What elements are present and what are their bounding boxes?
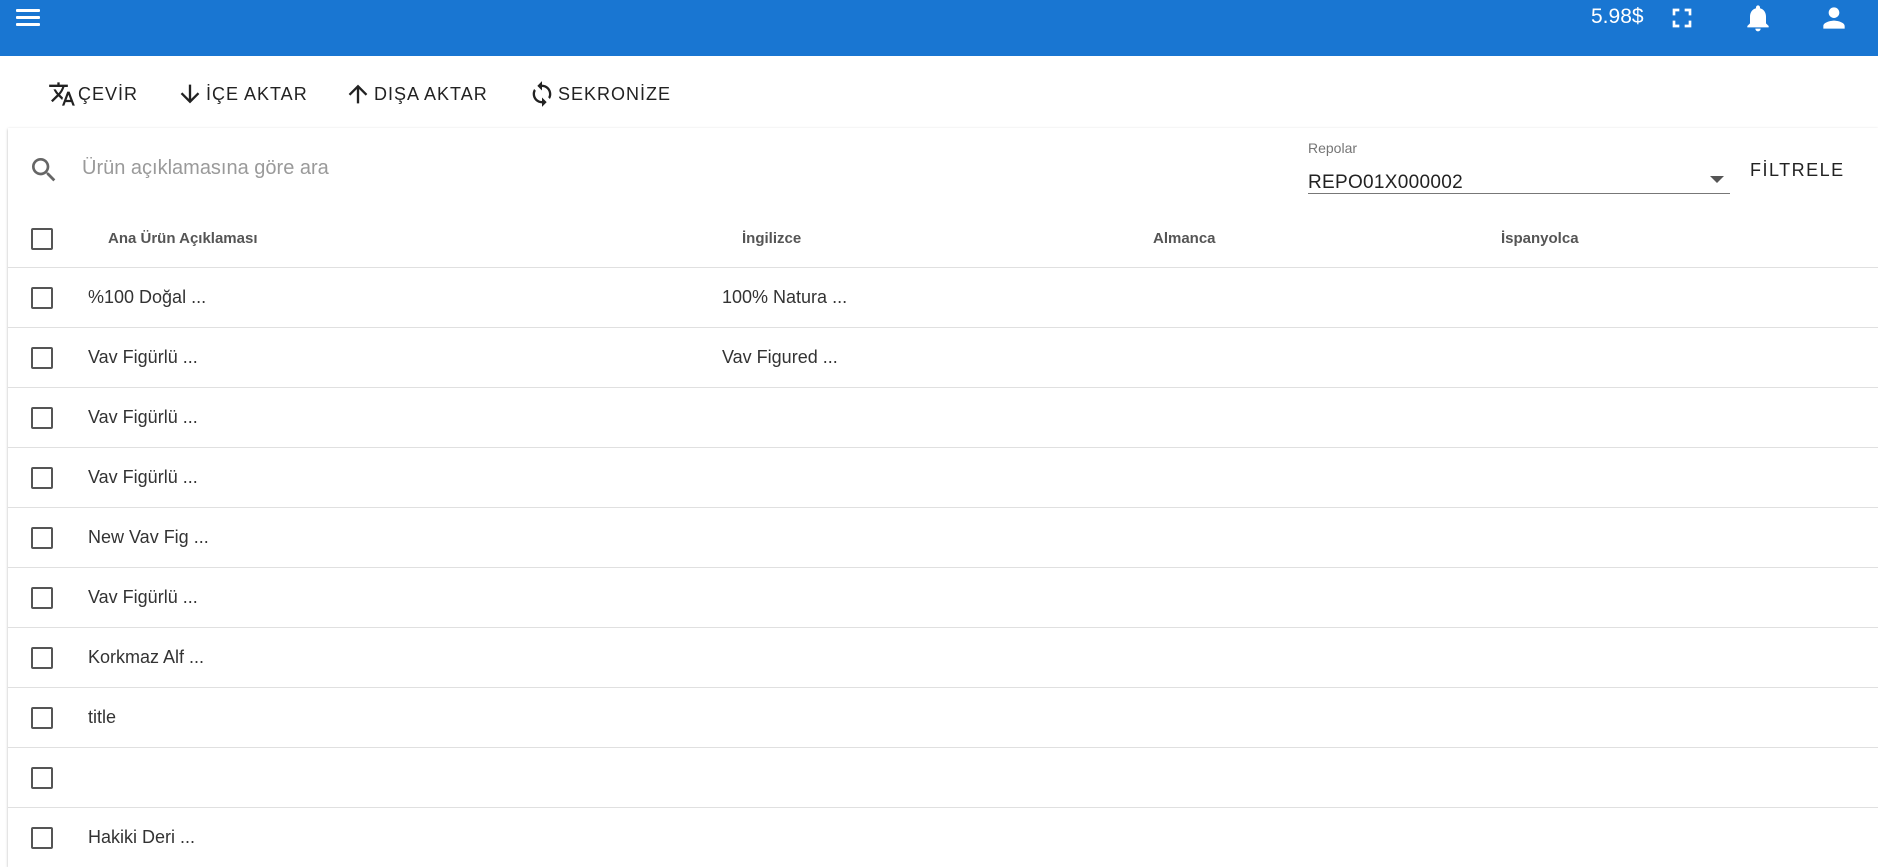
bell-icon[interactable] [1742, 2, 1774, 34]
arrow-down-icon [180, 84, 200, 104]
repo-select-value: REPO01X000002 [1308, 172, 1463, 193]
export-button[interactable]: DIŞA AKTAR [344, 76, 488, 112]
row-checkbox[interactable] [31, 587, 53, 609]
import-button[interactable]: İÇE AKTAR [176, 76, 308, 112]
row-checkbox[interactable] [31, 407, 53, 429]
table-row[interactable]: Hakiki Deri ... [8, 808, 1878, 867]
cell-main-description: title [88, 707, 117, 727]
repo-select-label: Repolar [1308, 140, 1358, 156]
arrow-up-icon [348, 84, 368, 104]
fullscreen-icon[interactable] [1666, 2, 1698, 34]
table-row[interactable] [8, 748, 1878, 808]
cell-main-description: Vav Figürlü ... [88, 407, 198, 427]
translate-icon [49, 82, 75, 106]
menu-icon[interactable] [14, 4, 42, 32]
table-row[interactable]: %100 Doğal ... 100% Natura ... [8, 268, 1878, 328]
cell-main-description: Hakiki Deri ... [88, 827, 196, 847]
filter-button[interactable]: FİLTRELE [1750, 152, 1845, 188]
cell-main-description: Vav Figürlü ... [88, 347, 198, 367]
column-header-english[interactable]: İngilizce [742, 230, 801, 247]
row-checkbox[interactable] [31, 707, 53, 729]
search-input[interactable] [82, 148, 782, 188]
row-checkbox[interactable] [31, 347, 53, 369]
cell-english: 100% Natura ... [722, 287, 848, 307]
cell-english: Vav Figured ... [722, 347, 838, 367]
products-table: Ana Ürün Açıklaması İngilizce Almanca İs… [8, 210, 1878, 867]
translate-label: ÇEVİR [78, 83, 139, 104]
account-icon[interactable] [1818, 2, 1850, 34]
table-row[interactable]: Korkmaz Alf ... [8, 628, 1878, 688]
export-label: DIŞA AKTAR [374, 83, 488, 104]
search-icon [28, 154, 60, 186]
repo-select[interactable]: Repolar REPO01X000002 [1308, 138, 1730, 194]
cell-main-description: Vav Figürlü ... [88, 587, 198, 607]
table-row[interactable]: Vav Figürlü ... Vav Figured ... [8, 328, 1878, 388]
cell-main-description: New Vav Fig ... [88, 527, 209, 547]
sync-label: SEKRONİZE [558, 83, 672, 104]
row-checkbox[interactable] [31, 527, 53, 549]
table-body: %100 Doğal ... 100% Natura ... Vav Figürlü… [8, 268, 1878, 867]
sync-button[interactable]: SEKRONİZE [528, 76, 671, 112]
table-row[interactable]: Vav Figürlü ... [8, 388, 1878, 448]
app-bar: 5.98$ [0, 0, 1878, 56]
sync-icon [532, 81, 552, 107]
row-checkbox[interactable] [31, 647, 53, 669]
column-header-spanish[interactable]: İspanyolca [1501, 230, 1579, 247]
cell-main-description: Vav Figürlü ... [88, 467, 198, 487]
column-header-german[interactable]: Almanca [1153, 230, 1216, 247]
table-row[interactable]: title [8, 688, 1878, 748]
action-toolbar: ÇEVİR İÇE AKTAR DIŞA AKTAR SEKRONİZE [0, 56, 1878, 122]
product-translation-card: Repolar REPO01X000002 FİLTRELE Ana Ürün … [8, 128, 1878, 867]
balance-display: 5.98$ [1591, 5, 1644, 28]
table-row[interactable]: Vav Figürlü ... [8, 448, 1878, 508]
column-header-main-description[interactable]: Ana Ürün Açıklaması [108, 230, 258, 247]
cell-main-description: %100 Doğal ... [88, 287, 207, 307]
table-row[interactable]: New Vav Fig ... [8, 508, 1878, 568]
translate-button[interactable]: ÇEVİR [48, 76, 138, 112]
row-checkbox[interactable] [31, 827, 53, 849]
select-all-checkbox[interactable] [31, 228, 53, 250]
caret-down-icon [1710, 176, 1724, 183]
cell-main-description: Korkmaz Alf ... [88, 647, 205, 667]
row-checkbox[interactable] [31, 467, 53, 489]
row-checkbox[interactable] [31, 287, 53, 309]
import-label: İÇE AKTAR [206, 83, 308, 104]
table-row[interactable]: Vav Figürlü ... [8, 568, 1878, 628]
row-checkbox[interactable] [31, 767, 53, 789]
table-header-row: Ana Ürün Açıklaması İngilizce Almanca İs… [8, 210, 1878, 268]
